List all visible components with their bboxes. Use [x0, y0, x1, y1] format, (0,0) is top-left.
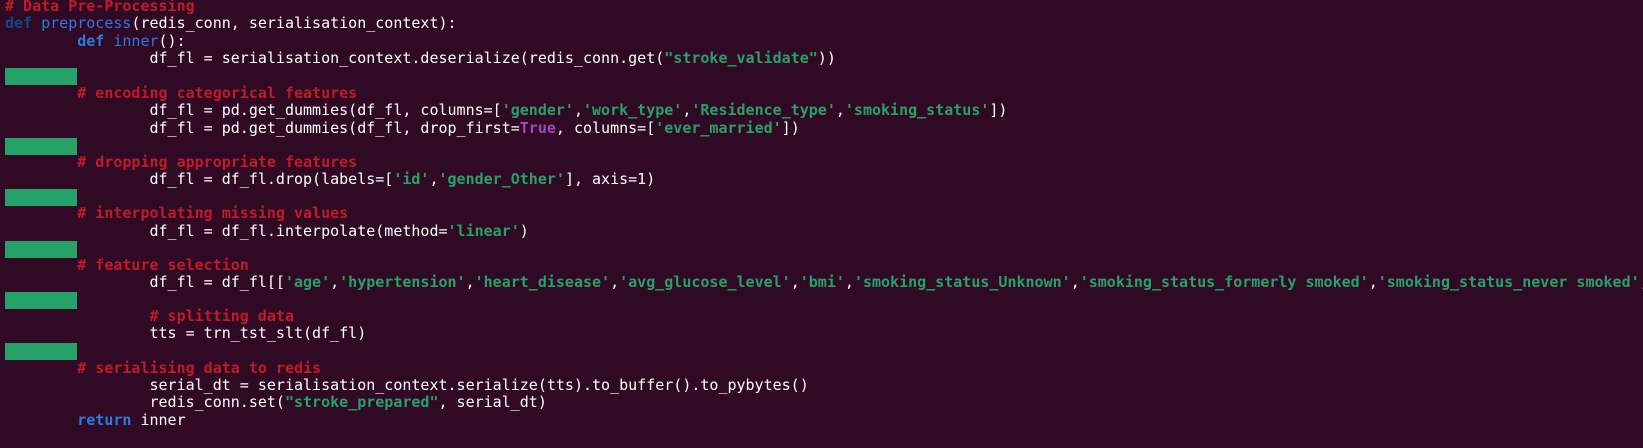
code-text: ,: [1070, 273, 1080, 291]
boolean-literal: True: [519, 119, 556, 137]
code-text: df_fl = pd.get_dummies(df_fl, columns=[: [149, 101, 502, 119]
code-line-16: # feature selection: [5, 256, 249, 274]
string-literal: 'ever_married': [655, 119, 782, 137]
code-text: redis_conn.set(: [149, 393, 285, 411]
string-literal: 'id': [393, 170, 430, 188]
keyword-return: return: [77, 411, 132, 429]
code-text: ,: [790, 273, 800, 291]
string-literal: 'bmi': [799, 273, 845, 291]
comment-splitting: # splitting data: [149, 307, 295, 325]
code-text: df_fl = df_fl[[: [149, 273, 285, 291]
code-text: ]): [989, 101, 1008, 119]
comment-serialising: # serialising data to redis: [77, 359, 322, 377]
string-literal: 'work_type': [582, 101, 683, 119]
code-text: ): [519, 222, 529, 240]
code-text: ,: [330, 273, 340, 291]
code-text: ]): [781, 119, 800, 137]
trailing-whitespace-marker: [5, 343, 77, 360]
string-literal: 'age': [284, 273, 331, 291]
comment-interpolating: # interpolating missing values: [77, 204, 349, 222]
comment-feature-selection: # feature selection: [77, 256, 249, 274]
string-literal: 'smoking_status_Unknown': [853, 273, 1071, 291]
code-editor[interactable]: # Data Pre-Processing def preprocess(red…: [0, 0, 1643, 448]
code-text: inner: [131, 411, 186, 429]
code-text: ,: [1368, 273, 1378, 291]
comment-data-preprocessing: # Data Pre-Processing: [5, 0, 195, 15]
code-text: ,: [835, 101, 845, 119]
code-text: (redis_conn, serialisation_context):: [131, 14, 457, 32]
string-literal: "stroke_prepared": [284, 393, 439, 411]
string-literal: 'Residence_type': [691, 101, 836, 119]
code-text: df_fl = df_fl.drop(labels=[: [149, 170, 394, 188]
code-text: ,: [1640, 273, 1643, 291]
code-line-17: df_fl = df_fl[['age','hypertension','hea…: [5, 273, 1643, 291]
code-text: ,: [429, 170, 439, 188]
code-text: , serial_dt): [438, 393, 547, 411]
code-line-24: redis_conn.set("stroke_prepared", serial…: [5, 393, 547, 411]
code-line-14: df_fl = df_fl.interpolate(method='linear…: [5, 222, 529, 240]
code-line-7: df_fl = pd.get_dummies(df_fl, columns=['…: [5, 101, 1008, 119]
code-line-4: df_fl = serialisation_context.deserializ…: [5, 49, 836, 67]
code-text: ,: [573, 101, 583, 119]
code-line-6: # encoding categorical features: [5, 84, 357, 102]
function-name-preprocess: preprocess: [41, 14, 132, 32]
code-text: serial_dt = serialisation_context.serial…: [149, 376, 809, 394]
function-name-inner: inner: [113, 32, 159, 50]
trailing-whitespace-marker: [5, 68, 77, 85]
keyword-def: def: [5, 14, 33, 32]
string-literal: "stroke_validate": [664, 49, 818, 67]
comment-dropping: # dropping appropriate features: [77, 153, 358, 171]
code-text: ,: [610, 273, 620, 291]
code-line-11: df_fl = df_fl.drop(labels=['id','gender_…: [5, 170, 656, 188]
string-literal: 'hypertension': [339, 273, 466, 291]
string-literal: 'smoking_status_never smoked': [1377, 273, 1640, 291]
code-text: ():: [158, 32, 186, 50]
keyword-def: def: [77, 32, 105, 50]
code-text: ], axis=1): [564, 170, 656, 188]
code-line-23: serial_dt = serialisation_context.serial…: [5, 376, 809, 394]
code-text: ,: [682, 101, 692, 119]
code-line-10: # dropping appropriate features: [5, 153, 357, 171]
code-line-3: def inner():: [5, 32, 186, 50]
code-text: df_fl = serialisation_context.deserializ…: [149, 49, 665, 67]
code-text: df_fl = df_fl.interpolate(method=: [149, 222, 448, 240]
code-line-25: return inner: [5, 411, 186, 429]
string-literal: 'avg_glucose_level': [619, 273, 791, 291]
string-literal: 'gender': [501, 101, 574, 119]
string-literal: 'smoking_status_formerly smoked': [1079, 273, 1369, 291]
code-line-8: df_fl = pd.get_dummies(df_fl, drop_first…: [5, 119, 800, 137]
code-line-22: # serialising data to redis: [5, 359, 321, 377]
code-line-19: # splitting data: [5, 307, 295, 325]
code-text: , columns=[: [555, 119, 656, 137]
code-line-1: # Data Pre-Processing: [5, 0, 195, 15]
string-literal: 'smoking_status': [844, 101, 990, 119]
string-literal: 'gender_Other': [438, 170, 565, 188]
code-text: tts = trn_tst_slt(df_fl): [149, 324, 367, 342]
code-line-20: tts = trn_tst_slt(df_fl): [5, 324, 367, 342]
code-line-2: def preprocess(redis_conn, serialisation…: [5, 14, 457, 32]
code-text: )): [817, 49, 836, 67]
code-text: df_fl = pd.get_dummies(df_fl, drop_first…: [149, 119, 520, 137]
code-text: ,: [465, 273, 475, 291]
comment-encoding: # encoding categorical features: [77, 84, 358, 102]
code-line-13: # interpolating missing values: [5, 204, 348, 222]
string-literal: 'linear': [447, 222, 520, 240]
code-text: ,: [844, 273, 854, 291]
string-literal: 'heart_disease': [474, 273, 611, 291]
